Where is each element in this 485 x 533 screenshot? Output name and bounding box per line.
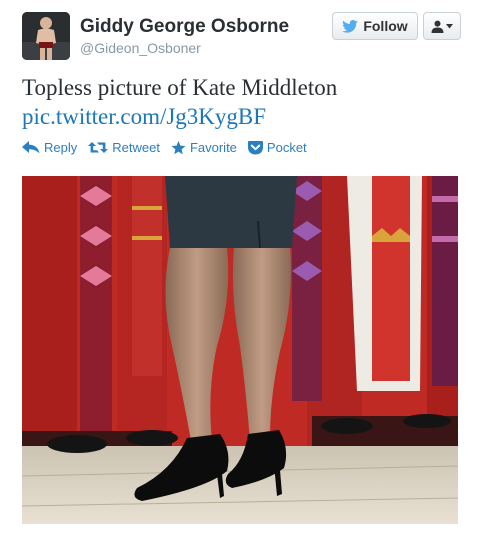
avatar-image — [22, 12, 70, 60]
screen-name[interactable]: @Gideon_Osboner — [80, 40, 201, 56]
reply-label: Reply — [44, 140, 78, 155]
follow-label: Follow — [363, 18, 408, 34]
retweet-action[interactable]: Retweet — [88, 140, 160, 155]
favorite-action[interactable]: Favorite — [171, 140, 237, 155]
caret-down-icon — [446, 23, 453, 28]
retweet-label: Retweet — [112, 140, 160, 155]
user-actions-dropdown[interactable] — [423, 12, 461, 40]
tweet-text: Topless picture of Kate Middleton pic.tw… — [22, 73, 467, 131]
pocket-icon — [247, 140, 263, 154]
tweet-card: Giddy George Osborne @Gideon_Osboner Fol… — [0, 0, 485, 533]
follow-button[interactable]: Follow — [332, 12, 418, 40]
twitter-bird-icon — [342, 19, 359, 33]
photo-image — [22, 176, 458, 524]
retweet-icon — [88, 142, 109, 153]
reply-icon — [22, 141, 40, 154]
tweet-photo[interactable] — [22, 176, 458, 524]
reply-action[interactable]: Reply — [22, 140, 77, 155]
favorite-label: Favorite — [189, 140, 237, 155]
pocket-label: Pocket — [266, 140, 307, 155]
tweet-media-link[interactable]: pic.twitter.com/Jg3KygBF — [22, 102, 467, 131]
person-icon — [431, 20, 444, 33]
display-name[interactable]: Giddy George Osborne — [80, 16, 289, 38]
tweet-actions: Reply Retweet Favorite Pocket — [22, 140, 318, 155]
avatar[interactable] — [22, 12, 70, 60]
star-icon — [171, 140, 186, 154]
pocket-action[interactable]: Pocket — [247, 140, 307, 155]
tweet-text-content: Topless picture of Kate Middleton — [22, 75, 338, 100]
